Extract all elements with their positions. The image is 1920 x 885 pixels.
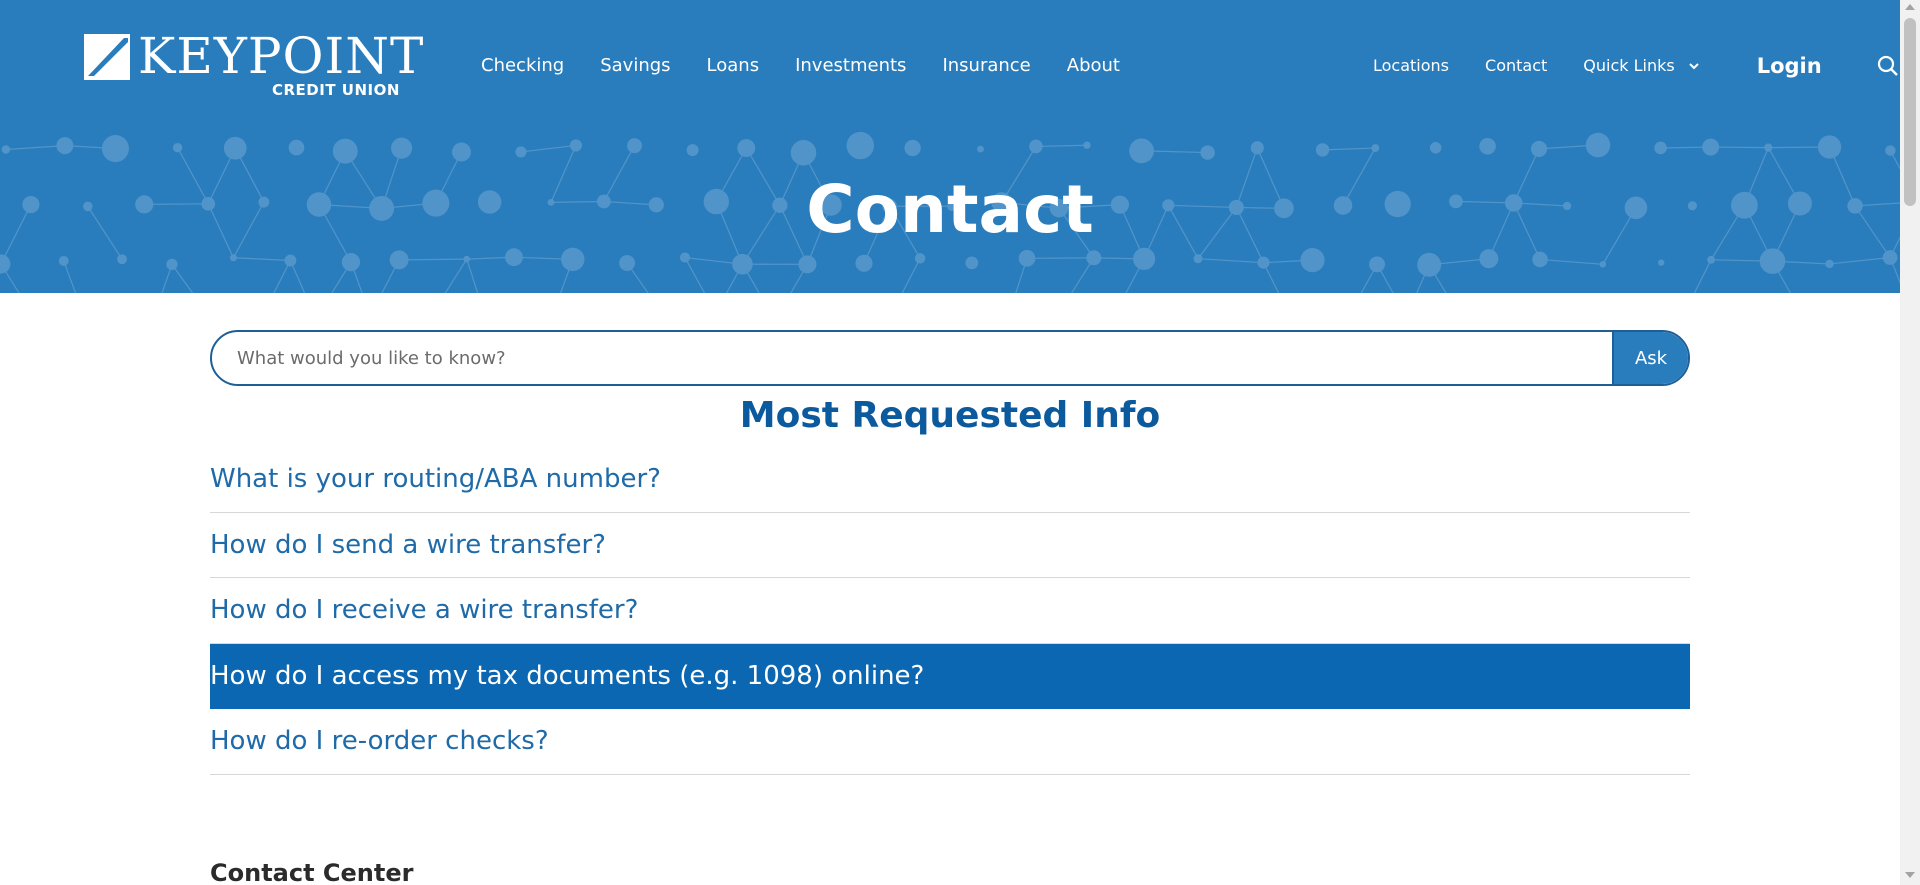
scroll-up-arrow[interactable] xyxy=(1905,4,1915,10)
nav-savings[interactable]: Savings xyxy=(600,54,670,78)
nav-locations[interactable]: Locations xyxy=(1373,55,1449,77)
utility-navigation: Locations Contact Quick Links Login xyxy=(1373,54,1900,78)
faq-item-reorder-checks[interactable]: How do I re-order checks? xyxy=(210,709,1690,775)
vertical-scrollbar[interactable] xyxy=(1900,0,1920,885)
ask-button[interactable]: Ask xyxy=(1612,332,1688,384)
logo-subtitle: CREDIT UNION xyxy=(272,81,400,99)
most-requested-title: Most Requested Info xyxy=(739,395,1161,436)
faq-list: What is your routing/ABA number? How do … xyxy=(210,447,1690,775)
site-header: KEYPOINT CREDIT UNION Checking Savings L… xyxy=(0,0,1900,293)
nav-investments[interactable]: Investments xyxy=(795,54,906,78)
keypoint-logo[interactable]: KEYPOINT CREDIT UNION xyxy=(84,28,423,104)
main-navigation: Checking Savings Loans Investments Insur… xyxy=(481,54,1156,78)
page: KEYPOINT CREDIT UNION Checking Savings L… xyxy=(0,0,1920,885)
nav-contact[interactable]: Contact xyxy=(1485,55,1547,77)
search-icon[interactable] xyxy=(1876,54,1900,78)
ask-search-input[interactable] xyxy=(212,332,1612,384)
quick-links-dropdown[interactable]: Quick Links xyxy=(1583,55,1700,77)
scrollbar-thumb[interactable] xyxy=(1904,18,1916,206)
nav-checking[interactable]: Checking xyxy=(481,54,564,78)
nav-insurance[interactable]: Insurance xyxy=(942,54,1030,78)
chevron-down-icon xyxy=(1688,63,1699,70)
ask-search-bar: Ask xyxy=(210,330,1690,386)
nav-about[interactable]: About xyxy=(1067,54,1120,78)
top-navigation-bar: KEYPOINT CREDIT UNION Checking Savings L… xyxy=(0,0,1900,130)
faq-item-receive-wire[interactable]: How do I receive a wire transfer? xyxy=(210,578,1690,644)
scroll-down-arrow[interactable] xyxy=(1905,872,1915,878)
login-button[interactable]: Login xyxy=(1757,54,1822,78)
nav-loans[interactable]: Loans xyxy=(707,54,760,78)
page-title: Contact xyxy=(806,171,1094,248)
quick-links-label: Quick Links xyxy=(1583,56,1675,75)
faq-item-send-wire[interactable]: How do I send a wire transfer? xyxy=(210,513,1690,578)
logo-wordmark: KEYPOINT xyxy=(138,27,425,85)
logo-mark-icon xyxy=(84,34,130,80)
faq-item-tax-documents[interactable]: How do I access my tax documents (e.g. 1… xyxy=(210,643,1690,709)
contact-center-heading: Contact Center xyxy=(210,859,414,885)
faq-item-routing-number[interactable]: What is your routing/ABA number? xyxy=(210,447,1690,513)
